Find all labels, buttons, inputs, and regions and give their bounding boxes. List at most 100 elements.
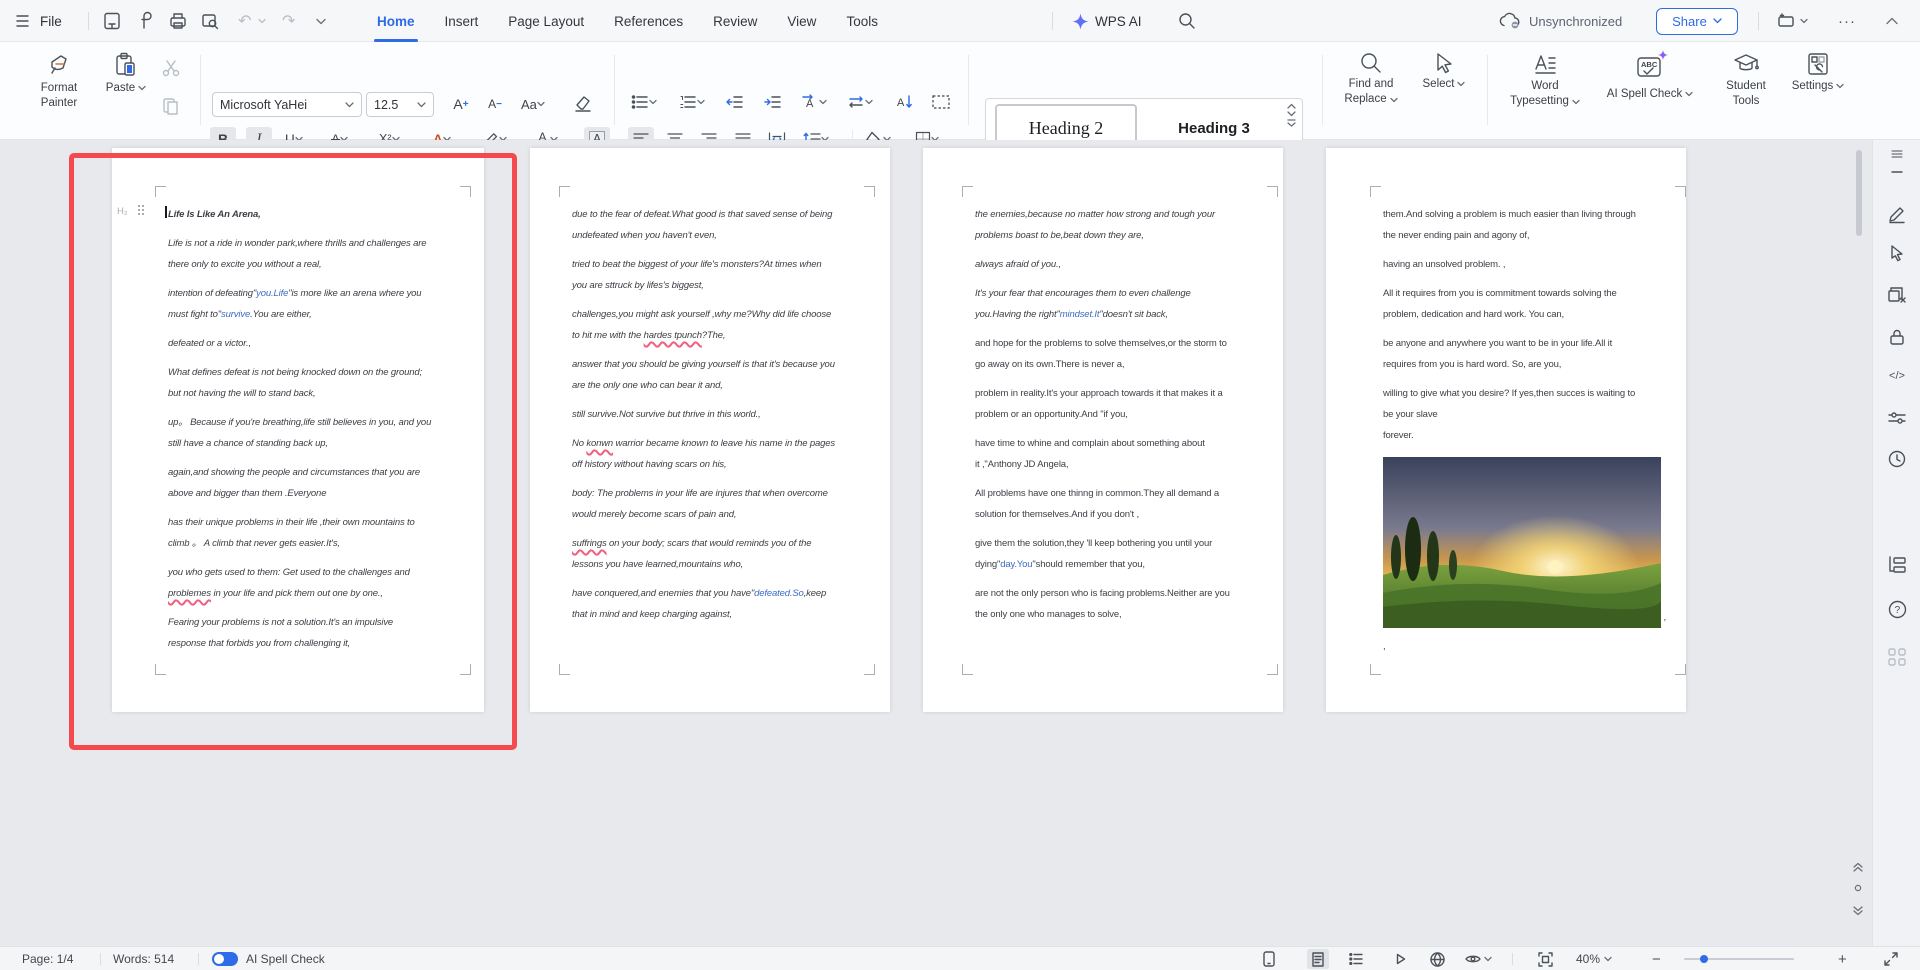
student-tools-button[interactable]: Student Tools bbox=[1714, 51, 1778, 108]
text-run: climb 。 A climb that never gets easier.I… bbox=[168, 538, 340, 549]
zoom-in-button[interactable]: + bbox=[1838, 947, 1847, 970]
tab-page-layout[interactable]: Page Layout bbox=[493, 0, 599, 42]
text-run: problem or an opportunity.And "if you, bbox=[975, 409, 1128, 420]
document-paragraph: All problems have one thinng in common.T… bbox=[975, 483, 1230, 525]
gallery-more-icon[interactable] bbox=[1287, 119, 1296, 128]
gallery-up-icon[interactable] bbox=[1287, 103, 1296, 109]
preferences-button[interactable] bbox=[1873, 410, 1920, 426]
tab-references[interactable]: References bbox=[599, 0, 698, 42]
tab-view[interactable]: View bbox=[772, 0, 831, 42]
tab-insert[interactable]: Insert bbox=[430, 0, 494, 42]
main-menu-button[interactable] bbox=[16, 0, 32, 42]
print-preview-button[interactable] bbox=[200, 0, 220, 42]
undo-dropdown[interactable] bbox=[258, 0, 266, 42]
copy-icon bbox=[163, 98, 178, 115]
sort-button[interactable]: A bbox=[892, 90, 918, 114]
zoom-slider[interactable] bbox=[1684, 947, 1794, 970]
web-layout-button[interactable] bbox=[1426, 947, 1448, 970]
gallery-down-icon[interactable] bbox=[1287, 111, 1296, 117]
mobile-view-button[interactable] bbox=[1258, 947, 1280, 970]
ai-spell-check-toggle[interactable] bbox=[212, 947, 238, 970]
wrap-direction-button[interactable] bbox=[844, 90, 876, 114]
numbering-button[interactable] bbox=[676, 90, 708, 114]
tab-home[interactable]: Home bbox=[362, 0, 430, 42]
decrease-indent-button[interactable] bbox=[722, 90, 748, 114]
redo-button[interactable]: ↷ bbox=[282, 0, 295, 42]
word-typesetting-button[interactable]: Word Typesetting bbox=[1505, 51, 1585, 108]
help-button[interactable]: ? bbox=[1873, 600, 1920, 619]
vertical-scrollbar-thumb[interactable] bbox=[1856, 150, 1862, 236]
toggle-switch[interactable] bbox=[212, 952, 238, 966]
bullets-button[interactable] bbox=[628, 90, 660, 114]
tab-review[interactable]: Review bbox=[698, 0, 772, 42]
document-page-3[interactable]: the enemies,because no matter how strong… bbox=[923, 148, 1283, 712]
font-name-select[interactable]: Microsoft YaHei bbox=[212, 92, 362, 117]
tab-tools[interactable]: Tools bbox=[831, 0, 893, 42]
preview-eye-button[interactable] bbox=[1462, 947, 1492, 970]
chevron-down-icon bbox=[1389, 97, 1398, 102]
increase-font-button[interactable]: A + bbox=[448, 92, 474, 116]
document-paragraph: always afraid of you., bbox=[975, 254, 1230, 275]
share-button[interactable]: Share bbox=[1656, 0, 1738, 42]
text-direction-button[interactable]: A bbox=[798, 90, 830, 114]
page-indicator[interactable]: Page: 1/4 bbox=[22, 947, 73, 970]
zoom-level[interactable]: 40% bbox=[1576, 947, 1612, 970]
more-options-button[interactable]: ··· bbox=[1838, 0, 1856, 42]
edit-pen-button[interactable] bbox=[1873, 204, 1920, 224]
text-run: are not the only person who is facing pr… bbox=[975, 588, 1230, 599]
previous-page-button[interactable] bbox=[1846, 862, 1870, 872]
text-frame-button[interactable] bbox=[928, 90, 954, 114]
document-page-2[interactable]: due to the fear of defeat.What good is t… bbox=[530, 148, 890, 712]
select-button[interactable]: Select bbox=[1414, 51, 1474, 90]
sync-status[interactable]: Unsynchronized bbox=[1498, 0, 1622, 42]
text-run: tried to beat the biggest of your life's… bbox=[572, 259, 822, 270]
read-mode-button[interactable] bbox=[1390, 947, 1412, 970]
rail-collapse-button[interactable] bbox=[1873, 170, 1920, 174]
copy-button[interactable] bbox=[158, 94, 184, 118]
close-panels-button[interactable] bbox=[1873, 286, 1920, 304]
select-tool-button[interactable] bbox=[1873, 244, 1920, 262]
change-case-button[interactable]: Aa bbox=[518, 92, 548, 116]
find-replace-button[interactable]: Find and Replace bbox=[1338, 51, 1404, 106]
ai-spell-check-button[interactable]: ABC AI Spell Check bbox=[1592, 50, 1708, 100]
sunset-landscape-photo[interactable] bbox=[1383, 457, 1661, 628]
lock-button[interactable] bbox=[1873, 328, 1920, 346]
clear-format-button[interactable] bbox=[570, 92, 596, 116]
paragraph-drag-handle[interactable] bbox=[138, 205, 146, 217]
select-browse-object-button[interactable] bbox=[1846, 884, 1870, 892]
document-canvas[interactable]: Life Is Like An Arena, Life is not a ride… bbox=[0, 140, 1872, 946]
text-run: problem, dedication and hard work. You c… bbox=[1383, 309, 1565, 320]
cut-button[interactable] bbox=[158, 56, 184, 80]
paste-button[interactable]: Paste bbox=[98, 51, 154, 94]
search-button[interactable] bbox=[1178, 0, 1196, 42]
file-menu[interactable]: File bbox=[40, 0, 62, 42]
zoom-out-button[interactable]: − bbox=[1652, 947, 1661, 970]
document-page-1[interactable]: Life Is Like An Arena, Life is not a ride… bbox=[112, 148, 484, 712]
apps-grid-button[interactable] bbox=[1873, 648, 1920, 666]
zoom-slider-handle[interactable] bbox=[1700, 955, 1708, 963]
page-view-button[interactable] bbox=[1307, 947, 1329, 970]
fullscreen-button[interactable] bbox=[1884, 947, 1898, 970]
outline-view-button[interactable] bbox=[1345, 947, 1367, 970]
decrease-font-button[interactable]: A − bbox=[482, 92, 508, 116]
increase-indent-button[interactable] bbox=[760, 90, 786, 114]
word-count[interactable]: Words: 514 bbox=[113, 947, 174, 970]
undo-button[interactable]: ↶ bbox=[238, 0, 251, 42]
document-paragraph: you who gets used to them: Get used to t… bbox=[168, 562, 431, 604]
save-button[interactable] bbox=[102, 0, 122, 42]
format-painter-button[interactable]: Format Painter bbox=[26, 51, 92, 110]
collapse-ribbon-button[interactable] bbox=[1886, 0, 1898, 42]
font-size-select[interactable]: 12.5 bbox=[366, 92, 434, 117]
new-tab-button[interactable] bbox=[1776, 0, 1808, 42]
print-button[interactable] bbox=[168, 0, 188, 42]
outline-panel-button[interactable] bbox=[1873, 556, 1920, 574]
export-pdf-button[interactable] bbox=[136, 0, 156, 42]
next-page-button[interactable] bbox=[1846, 906, 1870, 916]
code-view-button[interactable]: </> bbox=[1873, 370, 1920, 382]
settings-button[interactable]: Settings bbox=[1786, 51, 1850, 92]
fit-page-button[interactable] bbox=[1534, 947, 1556, 970]
quick-access-dropdown[interactable] bbox=[316, 0, 326, 42]
history-button[interactable] bbox=[1873, 450, 1920, 468]
document-page-4[interactable]: them.And solving a problem is much easie… bbox=[1326, 148, 1686, 712]
wps-ai-button[interactable]: WPS AI bbox=[1072, 0, 1142, 42]
